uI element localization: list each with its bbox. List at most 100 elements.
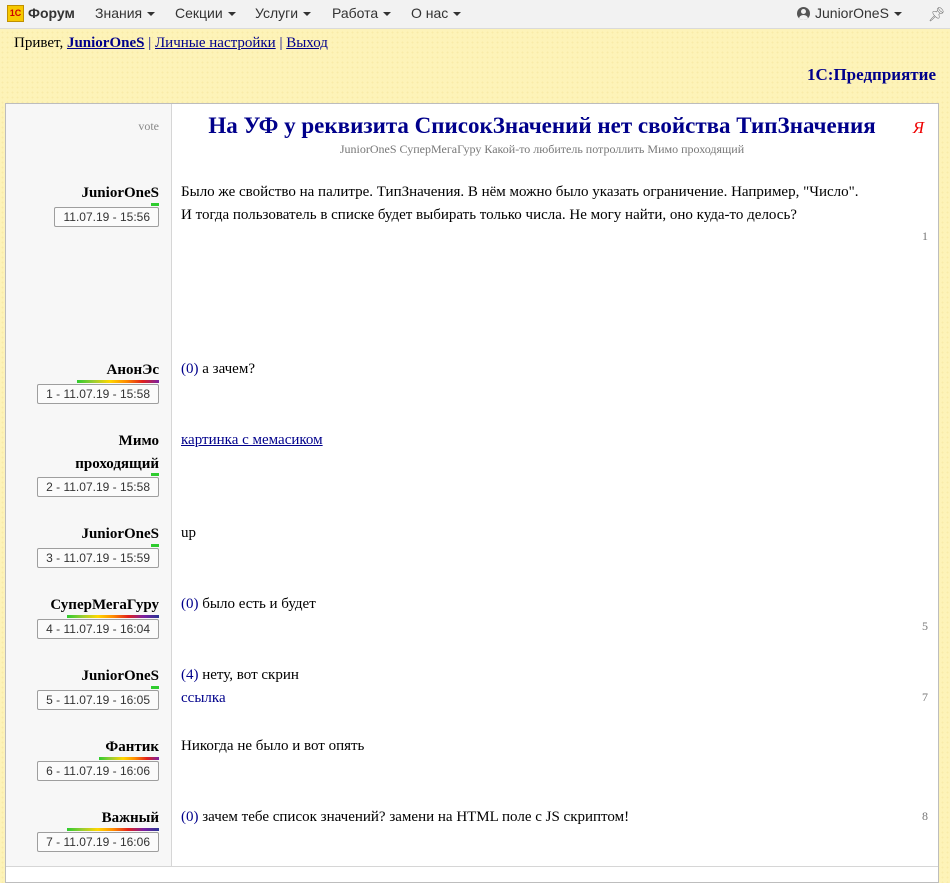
post-reply-count[interactable]: 7	[922, 690, 928, 705]
post-timestamp[interactable]: 2 - 11.07.19 - 15:58	[37, 477, 159, 497]
post-timestamp[interactable]: 3 - 11.07.19 - 15:59	[37, 548, 159, 568]
menu-rabota[interactable]: Работа	[332, 5, 392, 21]
menu-znaniya[interactable]: Знания	[95, 5, 156, 21]
post-timestamp[interactable]: 7 - 11.07.19 - 16:06	[37, 832, 159, 852]
chevron-down-icon	[147, 12, 156, 17]
separator: |	[148, 35, 152, 51]
topic-title: На УФ у реквизита СписокЗначений нет сво…	[208, 113, 876, 138]
post-author[interactable]: JuniorOneS	[81, 523, 159, 546]
post-reply-count[interactable]: 1	[922, 229, 928, 244]
menu-label: Секции	[175, 5, 223, 21]
profile-link[interactable]: JuniorOneS	[67, 35, 145, 51]
reply-ref-link[interactable]: (0)	[181, 809, 199, 825]
topic-title-cell: На УФ у реквизита СписокЗначений нет сво…	[172, 104, 938, 170]
menu-sektsii[interactable]: Секции	[175, 5, 236, 21]
chevron-down-icon	[303, 12, 312, 17]
post-body-cell: (0) было есть и будет 5	[172, 582, 938, 653]
post-text-content: а зачем?	[202, 361, 255, 377]
separator: |	[279, 35, 283, 51]
post-text: (0) зачем тебе список значений? замени н…	[181, 806, 871, 829]
post-timestamp[interactable]: 4 - 11.07.19 - 16:04	[37, 619, 159, 639]
topic-header-row: vote На УФ у реквизита СписокЗначений не…	[6, 104, 938, 171]
post-row: JuniorOneS 3 - 11.07.19 - 15:59 up	[6, 511, 938, 583]
post-author[interactable]: JuniorOneS	[81, 182, 159, 205]
author-rating-bar	[151, 473, 159, 476]
post-text: картинка с мемасиком	[181, 429, 871, 452]
menu-label: Работа	[332, 5, 379, 21]
post-author[interactable]: АнонЭс	[107, 359, 159, 382]
vote-label[interactable]: vote	[138, 119, 159, 134]
post-author-cell: СуперМегаГуру 4 - 11.07.19 - 16:04	[6, 582, 172, 653]
author-line: Мимо	[118, 433, 159, 449]
post-body-cell: (0) зачем тебе список значений? замени н…	[172, 795, 938, 866]
post-timestamp[interactable]: 5 - 11.07.19 - 16:05	[37, 690, 159, 710]
post-row: Важный 7 - 11.07.19 - 16:06 (0) зачем те…	[6, 795, 938, 867]
post-timestamp[interactable]: 11.07.19 - 15:56	[54, 207, 159, 227]
chevron-down-icon	[453, 12, 462, 17]
post-author[interactable]: Мимо проходящий	[49, 430, 159, 476]
chevron-down-icon	[227, 12, 236, 17]
post-text-content: было есть и будет	[202, 596, 316, 612]
post-row: JuniorOneS 5 - 11.07.19 - 16:05 (4) нету…	[6, 653, 938, 725]
user-icon	[797, 7, 810, 20]
reply-ref-link[interactable]: (0)	[181, 361, 199, 377]
post-author-cell: Фантик 6 - 11.07.19 - 16:06	[6, 724, 172, 795]
forum-brand-link[interactable]: Форум	[28, 5, 75, 21]
author-rating-bar	[151, 686, 159, 689]
post-reply-count[interactable]: 8	[922, 809, 928, 824]
author-rating-bar	[151, 544, 159, 547]
post-text: (4) нету, вот скрин ссылка	[181, 664, 871, 709]
user-menu[interactable]: JuniorOneS	[797, 5, 902, 21]
yandex-icon[interactable]: Я	[913, 118, 924, 138]
forum-logo-icon[interactable]: 1C	[7, 5, 24, 22]
author-rating-bar	[67, 615, 159, 618]
section-title[interactable]: 1С:Предприятие	[807, 65, 936, 85]
participants-list: JuniorOneS СуперМегаГуру Какой-то любите…	[339, 142, 745, 156]
user-menu-label: JuniorOneS	[815, 5, 889, 21]
author-line: проходящий	[75, 456, 159, 472]
post-author-cell: АнонЭс 1 - 11.07.19 - 15:58	[6, 347, 172, 418]
reply-ref-link[interactable]: (4)	[181, 667, 199, 683]
author-rating-bar	[77, 380, 159, 383]
post-row: АнонЭс 1 - 11.07.19 - 15:58 (0) а зачем?	[6, 347, 938, 419]
menu-uslugi[interactable]: Услуги	[255, 5, 312, 21]
post-text: (0) было есть и будет	[181, 593, 871, 616]
post-row: JuniorOneS 11.07.19 - 15:56 Было же свой…	[6, 170, 938, 348]
post-text-content: нету, вот скрин	[202, 667, 299, 683]
post-text: Никогда не было и вот опять	[181, 738, 365, 754]
pin-icon[interactable]: 📌︎	[928, 6, 946, 23]
menu-label: Услуги	[255, 5, 299, 21]
post-row: СуперМегаГуру 4 - 11.07.19 - 16:04 (0) б…	[6, 582, 938, 654]
post-body-cell: картинка с мемасиком	[172, 418, 938, 511]
post-body-cell: (0) а зачем?	[172, 347, 938, 418]
screenshot-link[interactable]: ссылка	[181, 690, 226, 706]
post-body-cell: up	[172, 511, 938, 582]
post-reply-count[interactable]: 5	[922, 619, 928, 634]
settings-link[interactable]: Личные настройки	[155, 35, 276, 51]
chevron-down-icon	[893, 12, 902, 17]
post-author[interactable]: JuniorOneS	[81, 665, 159, 688]
post-timestamp[interactable]: 6 - 11.07.19 - 16:06	[37, 761, 159, 781]
post-author-cell: JuniorOneS 3 - 11.07.19 - 15:59	[6, 511, 172, 582]
top-navbar: 1C Форум Знания Секции Услуги Работа О н…	[0, 0, 950, 29]
post-text: up	[181, 525, 196, 541]
author-rating-bar	[67, 828, 159, 831]
greeting-prefix: Привет,	[14, 35, 64, 51]
menu-o-nas[interactable]: О нас	[411, 5, 462, 21]
post-author[interactable]: Фантик	[105, 736, 159, 759]
logout-link[interactable]: Выход	[286, 35, 328, 51]
post-author-cell: Мимо проходящий 2 - 11.07.19 - 15:58	[6, 418, 172, 511]
post-text: Было же свойство на палитре. ТипЗначения…	[181, 184, 859, 223]
post-row: Фантик 6 - 11.07.19 - 16:06 Никогда не б…	[6, 724, 938, 796]
post-author[interactable]: Важный	[102, 807, 159, 830]
post-timestamp[interactable]: 1 - 11.07.19 - 15:58	[37, 384, 159, 404]
post-row: Мимо проходящий 2 - 11.07.19 - 15:58 карт…	[6, 418, 938, 512]
post-body-cell: Было же свойство на палитре. ТипЗначения…	[172, 170, 938, 347]
reply-ref-link[interactable]: (0)	[181, 596, 199, 612]
post-author[interactable]: СуперМегаГуру	[50, 594, 159, 617]
vote-cell: vote	[6, 104, 172, 170]
image-link[interactable]: картинка с мемасиком	[181, 432, 323, 448]
post-author-cell: JuniorOneS 11.07.19 - 15:56	[6, 170, 172, 347]
post-body-cell: Никогда не было и вот опять	[172, 724, 938, 795]
author-rating-bar	[99, 757, 159, 760]
